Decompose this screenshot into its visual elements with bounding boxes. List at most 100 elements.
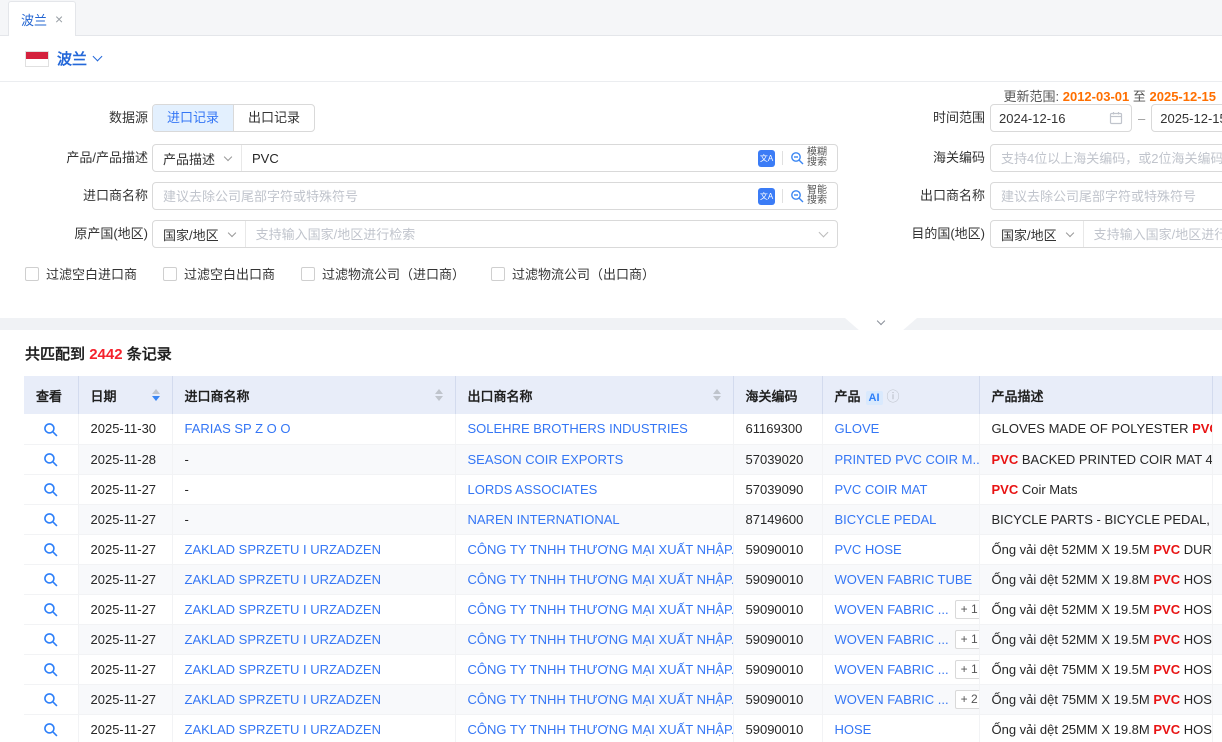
view-cell[interactable]	[24, 624, 78, 654]
product-type-select[interactable]: 产品描述	[153, 145, 242, 171]
exporter-link[interactable]: CÔNG TY TNHH THƯƠNG MẠI XUẤT NHẬP...	[468, 722, 734, 737]
calendar-icon[interactable]	[1109, 111, 1123, 125]
product-link[interactable]: WOVEN FABRIC ...	[835, 632, 949, 647]
view-record-icon[interactable]	[43, 452, 58, 467]
exporter-link[interactable]: CÔNG TY TNHH THƯƠNG MẠI XUẤT NHẬP...	[468, 692, 734, 707]
exporter-cell: CÔNG TY TNHH THƯƠNG MẠI XUẤT NHẬP...	[455, 654, 733, 684]
view-cell[interactable]	[24, 444, 78, 474]
product-link[interactable]: PRINTED PVC COIR M...	[835, 452, 980, 467]
view-record-icon[interactable]	[43, 632, 58, 647]
product-link[interactable]: WOVEN FABRIC TUBE	[835, 572, 973, 587]
exporter-link[interactable]: CÔNG TY TNHH THƯƠNG MẠI XUẤT NHẬP...	[468, 572, 734, 587]
hs-code-input[interactable]	[991, 145, 1222, 171]
importer-input[interactable]	[153, 183, 758, 209]
importer-link[interactable]: ZAKLAD SPRZETU I URZADZEN	[185, 722, 381, 737]
date-start-input[interactable]	[999, 111, 1109, 126]
filter-checkbox-0[interactable]: 过滤空白进口商	[25, 264, 137, 283]
sort-control[interactable]	[152, 389, 160, 401]
exporter-link[interactable]: CÔNG TY TNHH THƯƠNG MẠI XUẤT NHẬP...	[468, 542, 734, 557]
data-source-option-0[interactable]: 进口记录	[153, 105, 233, 131]
filter-checkbox-1[interactable]: 过滤空白出口商	[163, 264, 275, 283]
column-header-进口商名称[interactable]: 进口商名称	[172, 376, 455, 414]
importer-link[interactable]: FARIAS SP Z O O	[185, 421, 291, 436]
view-cell[interactable]	[24, 594, 78, 624]
view-cell[interactable]	[24, 684, 78, 714]
view-cell[interactable]	[24, 564, 78, 594]
exporter-input[interactable]	[991, 183, 1222, 209]
view-record-icon[interactable]	[43, 692, 58, 707]
filter-checkbox-3[interactable]: 过滤物流公司（出口商）	[491, 264, 655, 283]
filter-checkbox-2[interactable]: 过滤物流公司（进口商）	[301, 264, 465, 283]
destination-type-select[interactable]: 国家/地区	[991, 221, 1084, 247]
product-link[interactable]: GLOVE	[835, 421, 880, 436]
origin-type-select[interactable]: 国家/地区	[153, 221, 246, 247]
exporter-link[interactable]: CÔNG TY TNHH THƯƠNG MẠI XUẤT NHẬP...	[468, 602, 734, 617]
view-record-icon[interactable]	[43, 662, 58, 677]
description-cell: PVC Coir Mats	[979, 474, 1212, 504]
checkbox-icon[interactable]	[25, 267, 39, 281]
date-start-field[interactable]	[990, 104, 1132, 132]
smart-search-button[interactable]: 智能搜索	[790, 186, 829, 206]
fuzzy-search-button[interactable]: 模糊搜索	[790, 148, 829, 168]
data-source-option-1[interactable]: 出口记录	[233, 105, 314, 131]
view-record-icon[interactable]	[43, 572, 58, 587]
destination-input[interactable]	[1084, 221, 1222, 247]
view-cell[interactable]	[24, 504, 78, 534]
country-name[interactable]: 波兰	[57, 48, 87, 69]
product-link[interactable]: WOVEN FABRIC ...	[835, 602, 949, 617]
exporter-link[interactable]: LORDS ASSOCIATES	[468, 482, 598, 497]
highlight-term: PVC	[1153, 572, 1180, 587]
product-search-input[interactable]	[242, 145, 758, 171]
product-link[interactable]: WOVEN FABRIC ...	[835, 692, 949, 707]
checkbox-icon[interactable]	[163, 267, 177, 281]
product-link[interactable]: PVC COIR MAT	[835, 482, 928, 497]
spacer-cell	[1212, 714, 1222, 742]
checkbox-icon[interactable]	[301, 267, 315, 281]
view-record-icon[interactable]	[43, 422, 58, 437]
exporter-link[interactable]: SEASON COIR EXPORTS	[468, 452, 624, 467]
chevron-down-icon[interactable]	[819, 227, 829, 237]
sort-control[interactable]	[435, 389, 443, 401]
product-link[interactable]: BICYCLE PEDAL	[835, 512, 937, 527]
more-products-badge[interactable]: + 1	[955, 630, 979, 649]
view-record-icon[interactable]	[43, 722, 58, 737]
importer-link[interactable]: ZAKLAD SPRZETU I URZADZEN	[185, 602, 381, 617]
product-link[interactable]: PVC HOSE	[835, 542, 902, 557]
info-icon[interactable]: ⓘ	[887, 389, 900, 404]
view-record-icon[interactable]	[43, 542, 58, 557]
view-cell[interactable]	[24, 414, 78, 444]
exporter-link[interactable]: NAREN INTERNATIONAL	[468, 512, 620, 527]
column-header-出口商名称[interactable]: 出口商名称	[455, 376, 733, 414]
view-cell[interactable]	[24, 534, 78, 564]
date-end-input[interactable]	[1160, 111, 1222, 126]
view-record-icon[interactable]	[43, 512, 58, 527]
checkbox-icon[interactable]	[491, 267, 505, 281]
more-products-badge[interactable]: + 1	[955, 600, 979, 619]
sort-control[interactable]	[713, 389, 721, 401]
view-record-icon[interactable]	[43, 602, 58, 617]
importer-link[interactable]: ZAKLAD SPRZETU I URZADZEN	[185, 662, 381, 677]
view-cell[interactable]	[24, 654, 78, 684]
more-products-badge[interactable]: + 1	[955, 660, 979, 679]
product-link[interactable]: WOVEN FABRIC ...	[835, 662, 949, 677]
importer-link[interactable]: ZAKLAD SPRZETU I URZADZEN	[185, 572, 381, 587]
origin-input[interactable]	[246, 221, 813, 247]
more-products-badge[interactable]: + 2	[955, 690, 979, 709]
tab-poland[interactable]: 波兰 ×	[8, 1, 76, 36]
exporter-link[interactable]: CÔNG TY TNHH THƯƠNG MẠI XUẤT NHẬP...	[468, 632, 734, 647]
importer-link[interactable]: ZAKLAD SPRZETU I URZADZEN	[185, 542, 381, 557]
view-record-icon[interactable]	[43, 482, 58, 497]
close-icon[interactable]: ×	[55, 12, 63, 26]
exporter-link[interactable]: SOLEHRE BROTHERS INDUSTRIES	[468, 421, 688, 436]
date-end-field[interactable]	[1151, 104, 1222, 132]
translate-icon[interactable]: 文A	[758, 188, 775, 205]
importer-link[interactable]: ZAKLAD SPRZETU I URZADZEN	[185, 692, 381, 707]
translate-icon[interactable]: 文A	[758, 150, 775, 167]
view-cell[interactable]	[24, 474, 78, 504]
view-cell[interactable]	[24, 714, 78, 742]
chevron-down-icon[interactable]	[93, 52, 103, 62]
product-link[interactable]: HOSE	[835, 722, 872, 737]
exporter-link[interactable]: CÔNG TY TNHH THƯƠNG MẠI XUẤT NHẬP...	[468, 662, 734, 677]
importer-link[interactable]: ZAKLAD SPRZETU I URZADZEN	[185, 632, 381, 647]
column-header-日期[interactable]: 日期	[78, 376, 172, 414]
